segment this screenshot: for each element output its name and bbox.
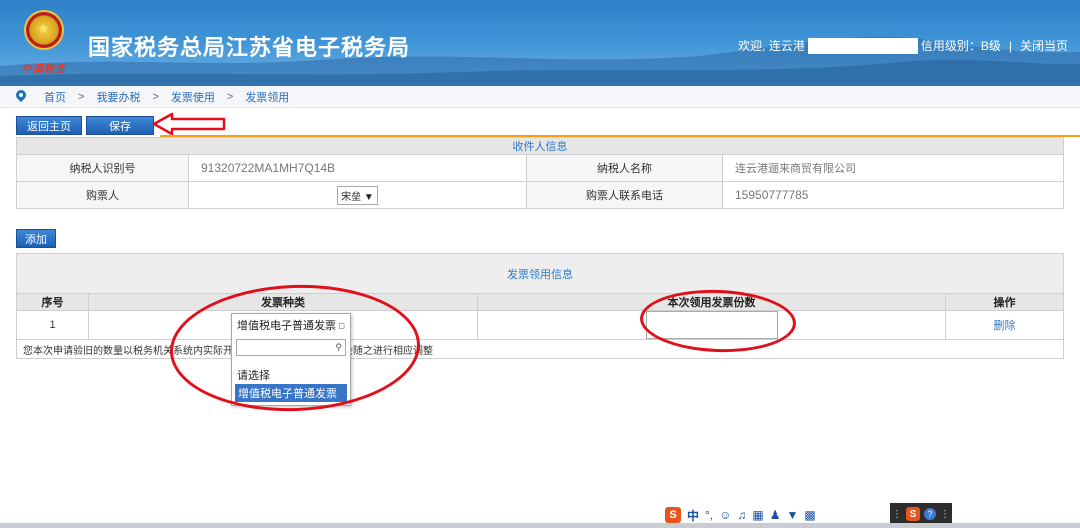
breadcrumb-sep: >	[226, 90, 234, 103]
user-bar: 欢迎, 连云港 信用级别：B级 | 关闭当页	[738, 37, 1068, 54]
redacted-username	[807, 37, 918, 54]
taxpayer-id-value: 91320722MA1MH7Q14B	[188, 154, 527, 182]
user-icon[interactable]: ♟	[770, 508, 781, 522]
taxpayer-id-label: 纳税人识别号	[16, 154, 189, 182]
recipient-info-table: 收件人信息 纳税人识别号 91320722MA1MH7Q14B 纳税人名称 连云…	[16, 137, 1064, 209]
grid-icon[interactable]: ▩	[804, 508, 815, 522]
delete-link[interactable]: 删除	[945, 310, 1064, 340]
tray-grip-icon: ⋮	[892, 508, 902, 520]
taskbar	[0, 523, 1080, 528]
page: ★ 中国税务 国家税务总局江苏省电子税务局 欢迎, 连云港 信用级别：B级 | …	[0, 0, 1080, 528]
taxpayer-name-value: 连云港逦来商贸有限公司	[722, 154, 1064, 182]
close-page-link[interactable]: 关闭当页	[1020, 37, 1068, 54]
phone-label: 购票人联系电话	[526, 181, 723, 209]
shirt-icon[interactable]: ▼	[787, 508, 799, 522]
add-button[interactable]: 添加	[16, 229, 56, 248]
breadcrumb-home[interactable]: 首页	[44, 89, 66, 105]
breadcrumb-sep: >	[152, 90, 159, 103]
breadcrumb-sep: >	[78, 90, 85, 103]
punct-icon[interactable]: °,	[705, 508, 713, 522]
recipient-section-title: 收件人信息	[16, 137, 1064, 155]
buyer-label: 购票人	[16, 181, 189, 209]
tax-slogan: 中国税务	[22, 64, 66, 75]
return-home-button[interactable]: 返回主页	[16, 116, 82, 135]
welcome-text: 欢迎, 连云港	[738, 39, 805, 53]
tray-more-icon[interactable]: ⋮	[940, 509, 950, 520]
buyer-select[interactable]: 宋垒 ▼	[337, 185, 378, 205]
breadcrumb-invoice-use[interactable]: 发票使用	[171, 89, 215, 105]
divider: |	[1008, 38, 1012, 53]
col-seq: 序号	[16, 293, 89, 311]
ime-lang[interactable]: 中	[687, 507, 699, 524]
mic-icon[interactable]: ♫	[737, 508, 746, 522]
system-tray: ⋮ S ? ⋮	[890, 503, 952, 525]
credit-level: 信用级别：B级	[920, 39, 1001, 53]
location-pin-icon	[16, 90, 26, 103]
sogou-icon: S	[665, 507, 681, 523]
invoice-section-title: 发票领用信息	[16, 253, 1064, 294]
emoji-icon[interactable]: ☺	[719, 508, 731, 522]
site-title: 国家税务总局江苏省电子税务局	[88, 35, 411, 60]
header-banner: ★ 中国税务 国家税务总局江苏省电子税务局 欢迎, 连云港 信用级别：B级 | …	[0, 0, 1080, 86]
col-action: 操作	[945, 293, 1064, 311]
breadcrumb-invoice-collect[interactable]: 发票领用	[245, 89, 289, 105]
ime-toolbar[interactable]: S 中 °, ☺ ♫ ▦ ♟ ▼ ▩	[665, 506, 816, 524]
tray-sogou-icon[interactable]: S	[906, 507, 920, 521]
buyer-cell: 宋垒 ▼	[188, 181, 527, 209]
save-button[interactable]: 保存	[86, 116, 154, 135]
taxpayer-name-label: 纳税人名称	[526, 154, 723, 182]
annotation-arrow-icon	[152, 112, 226, 136]
help-icon[interactable]: ?	[924, 508, 936, 520]
breadcrumb-tax[interactable]: 我要办税	[96, 89, 140, 105]
phone-value: 15950777785	[722, 181, 1064, 209]
national-emblem-icon: ★	[24, 10, 64, 50]
keyboard-icon[interactable]: ▦	[752, 508, 763, 522]
breadcrumb: 首页 > 我要办税 > 发票使用 > 发票领用	[0, 86, 1080, 108]
row-seq: 1	[16, 310, 89, 340]
